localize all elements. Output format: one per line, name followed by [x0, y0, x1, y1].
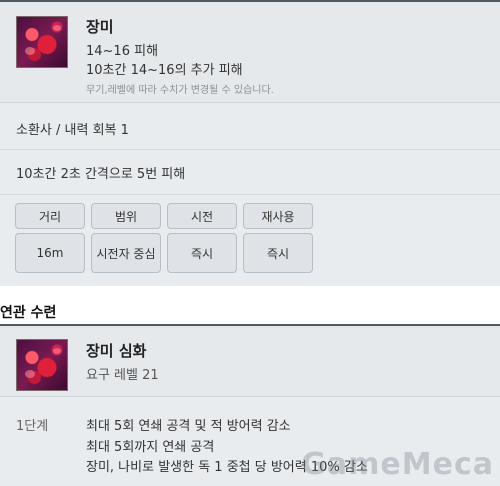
skill-effect: 10초간 2초 간격으로 5번 피해: [16, 167, 186, 182]
skill-dot: 10초간 14~16의 추가 피해: [86, 63, 243, 78]
skill-name: 장미: [86, 18, 114, 36]
related-line-1: 최대 5회 연쇄 공격 및 적 방어력 감소: [86, 419, 291, 434]
related-header: 장미 심화 요구 레벨 21: [0, 326, 500, 397]
related-line-2: 최대 5회까지 연쇄 공격: [86, 440, 215, 455]
skill-cost: 소환사 / 내력 회복 1: [16, 123, 129, 138]
skill-damage: 14~16 피해: [86, 44, 159, 59]
stat-value-cast[interactable]: 즉시: [167, 233, 237, 273]
related-section-title: 연관 수련: [0, 305, 57, 321]
skill-effect-row: 10초간 2초 간격으로 5번 피해: [0, 150, 500, 195]
related-requirement: 요구 레벨 21: [86, 368, 159, 383]
rose-icon: [16, 339, 68, 391]
skill-panel: 장미 14~16 피해 10초간 14~16의 추가 피해 무기,레벨에 따라 …: [0, 0, 500, 286]
skill-note: 무기,레벨에 따라 수치가 변경될 수 있습니다.: [86, 85, 274, 96]
stat-value-area[interactable]: 시전자 중심: [91, 233, 161, 273]
related-name: 장미 심화: [86, 342, 147, 360]
stat-value-range[interactable]: 16m: [15, 233, 85, 273]
stat-header-range[interactable]: 거리: [15, 203, 85, 229]
stat-header-area[interactable]: 범위: [91, 203, 161, 229]
skill-header: 장미 14~16 피해 10초간 14~16의 추가 피해 무기,레벨에 따라 …: [0, 2, 500, 103]
stat-value-cooldown[interactable]: 즉시: [243, 233, 313, 273]
stat-header-cast[interactable]: 시전: [167, 203, 237, 229]
watermark-logo: GameMeca: [301, 447, 494, 482]
related-level: 1단계: [16, 419, 49, 434]
skill-cost-row: 소환사 / 내력 회복 1: [0, 104, 500, 150]
rose-icon: [16, 16, 68, 68]
stat-header-cooldown[interactable]: 재사용: [243, 203, 313, 229]
